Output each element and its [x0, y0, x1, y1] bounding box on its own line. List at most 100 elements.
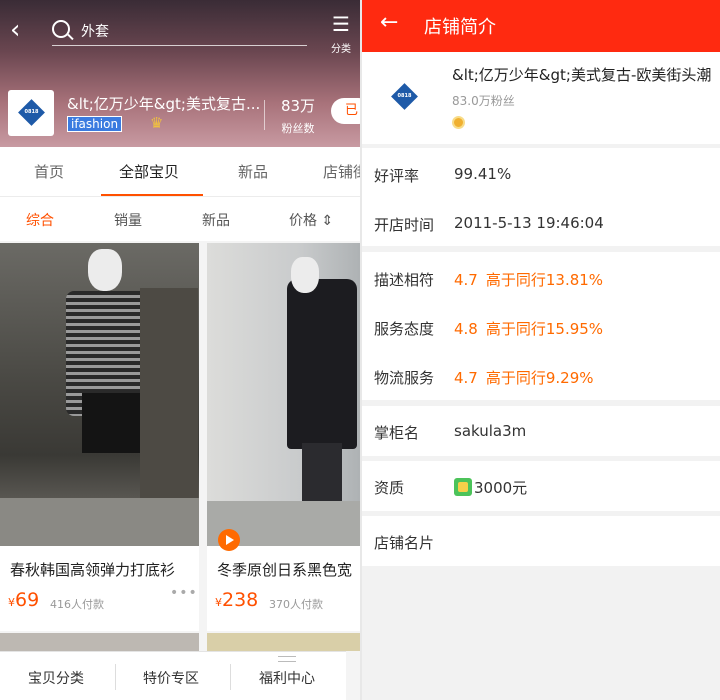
logo-text: 0818: [397, 92, 412, 99]
product-photo[interactable]: [207, 243, 360, 551]
product-card[interactable]: 春秋韩国高领弹力打底衫 ¥69 416人付款 •••: [0, 243, 199, 631]
currency-symbol: ¥: [8, 596, 15, 609]
logo-text: 0818: [24, 108, 39, 115]
shop-banner: ‹ 外套 ☰ 分类 0818 &lt;亿万少年&gt;美式复古... ifash…: [0, 0, 360, 147]
product-photo[interactable]: [0, 243, 199, 546]
nav-divider: [230, 664, 231, 690]
category-button[interactable]: ☰ 分类: [326, 14, 356, 55]
tab-shop-street[interactable]: 店铺街: [323, 161, 360, 182]
active-tab-indicator: [101, 194, 203, 196]
crown-icon: ♛: [150, 114, 164, 132]
product-title[interactable]: 冬季原创日系黑色宽: [217, 559, 352, 580]
back-icon[interactable]: ‹: [10, 16, 32, 44]
wood-door: [140, 288, 198, 508]
product-card[interactable]: 冬季原创日系黑色宽 ¥238 370人付款: [207, 243, 360, 631]
paid-count: 416人付款: [50, 598, 104, 611]
sort-new[interactable]: 新品: [202, 210, 230, 230]
fox-mask: [291, 257, 319, 293]
category-label: 分类: [331, 44, 351, 55]
logo-diamond: 0818: [391, 83, 418, 110]
follow-button[interactable]: 已: [331, 98, 360, 124]
shop-logo[interactable]: 0818: [8, 90, 54, 136]
product-title[interactable]: 春秋韩国高领弹力打底衫: [10, 559, 175, 580]
desc-score: 4.7 高于同行13.81%: [454, 269, 603, 290]
service-compare: 高于同行15.95%: [485, 320, 604, 338]
header-bar: ← 店铺简介: [362, 0, 720, 52]
ifashion-badge: ifashion: [67, 116, 123, 132]
nav-divider: [115, 664, 116, 690]
fans-label: 粉丝数: [281, 122, 315, 135]
trousers: [302, 443, 342, 509]
logistics-score-value: 4.7: [454, 369, 478, 387]
deposit-value: 3000元: [454, 477, 527, 498]
fox-mask: [88, 249, 122, 291]
medal-icon: [452, 116, 465, 129]
back-arrow-icon[interactable]: ←: [380, 10, 398, 35]
shop-card-label: 店铺名片: [374, 534, 435, 552]
product-price: ¥69: [8, 589, 39, 611]
owner-value: sakula3m: [454, 422, 527, 440]
product-price: ¥238: [215, 589, 258, 611]
sort-price[interactable]: 价格 ⇕: [289, 210, 333, 230]
tab-all-items[interactable]: 全部宝贝: [119, 161, 179, 182]
service-score-value: 4.8: [454, 320, 478, 338]
nav-item-categories[interactable]: 宝贝分类: [28, 668, 84, 688]
price-value: 238: [222, 589, 259, 611]
more-icon[interactable]: •••: [170, 585, 198, 601]
next-product-peek: [207, 633, 360, 651]
open-time-value: 2011-5-13 19:46:04: [454, 214, 604, 232]
deposit-icon: [454, 478, 472, 496]
shorts: [82, 393, 140, 453]
shop-tabs: 首页 全部宝贝 新品 店铺街: [0, 147, 360, 197]
dsr-section: 描述相符 4.7 高于同行13.81% 服务态度 4.8 高于同行15.95% 物流…: [362, 252, 720, 400]
open-time-label: 开店时间: [374, 216, 435, 234]
rating-value: 99.41%: [454, 165, 512, 183]
shop-intro-panel: ← 店铺简介 0818 &lt;亿万少年&gt;美式复古-欧美街头潮 83.0万…: [362, 0, 720, 700]
basic-info-section: 好评率 99.41% 开店时间 2011-5-13 19:46:04: [362, 148, 720, 246]
logistics-label: 物流服务: [374, 369, 435, 387]
desc-compare: 高于同行13.81%: [485, 271, 604, 289]
deposit-amount: 3000元: [474, 479, 528, 497]
drag-handle-icon[interactable]: [278, 656, 296, 662]
shop-home-panel: ‹ 外套 ☰ 分类 0818 &lt;亿万少年&gt;美式复古... ifash…: [0, 0, 360, 700]
play-video-icon[interactable]: [218, 529, 240, 551]
shop-card-section[interactable]: 店铺名片: [362, 516, 720, 566]
fans-count: 83万 粉丝数: [270, 95, 326, 136]
owner-label: 掌柜名: [374, 424, 420, 442]
desc-score-value: 4.7: [454, 271, 478, 289]
desc-label: 描述相符: [374, 271, 435, 289]
search-icon: [52, 20, 70, 38]
nav-item-benefits[interactable]: 福利中心: [259, 668, 315, 688]
logistics-score: 4.7 高于同行9.29%: [454, 367, 594, 388]
sort-default[interactable]: 综合: [26, 210, 54, 230]
paid-count: 370人付款: [269, 598, 323, 611]
tab-home[interactable]: 首页: [34, 161, 64, 182]
price-value: 69: [15, 589, 40, 611]
owner-section: 掌柜名 sakula3m: [362, 406, 720, 456]
tab-new[interactable]: 新品: [238, 161, 268, 182]
page-title: 店铺简介: [424, 17, 496, 38]
list-icon: ☰: [332, 12, 350, 36]
fans-count: 83.0万粉丝: [452, 94, 515, 108]
next-product-peek: [0, 633, 199, 651]
deposit-label: 资质: [374, 479, 405, 497]
nav-item-specials[interactable]: 特价专区: [143, 668, 199, 688]
shop-summary: 0818 &lt;亿万少年&gt;美式复古-欧美街头潮 83.0万粉丝: [362, 52, 720, 144]
fans-number: 83万: [280, 97, 316, 115]
logo-diamond: 0818: [18, 99, 45, 126]
shop-name: &lt;亿万少年&gt;美式复古-欧美街头潮: [452, 66, 712, 84]
sort-bar: 综合 销量 新品 价格 ⇕: [0, 197, 360, 241]
service-score: 4.8 高于同行15.95%: [454, 318, 603, 339]
shop-name[interactable]: &lt;亿万少年&gt;美式复古...: [67, 93, 267, 114]
fans-divider: [264, 100, 265, 130]
deposit-section[interactable]: 资质 3000元: [362, 461, 720, 511]
logistics-compare: 高于同行9.29%: [485, 369, 594, 387]
service-label: 服务态度: [374, 320, 435, 338]
pavement: [0, 498, 199, 546]
currency-symbol: ¥: [215, 596, 222, 609]
black-coat: [287, 279, 357, 449]
sort-sales[interactable]: 销量: [114, 210, 142, 230]
search-bar[interactable]: 外套: [52, 16, 307, 46]
search-text[interactable]: 外套: [81, 21, 109, 41]
shop-logo: 0818: [388, 80, 424, 116]
